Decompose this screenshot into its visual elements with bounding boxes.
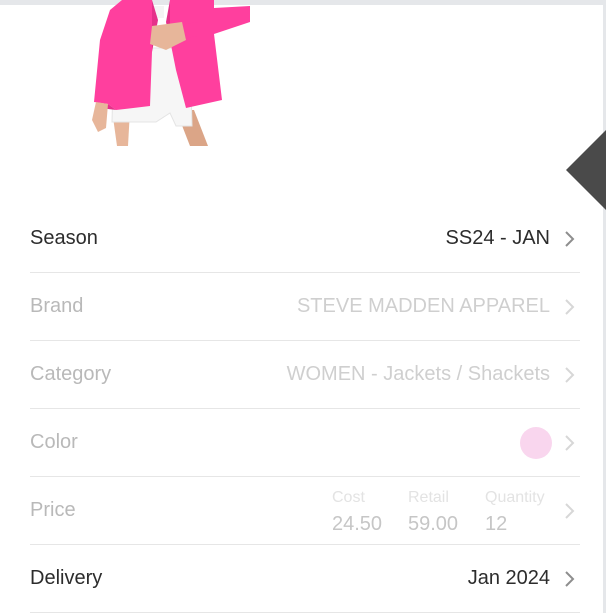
chevron-right-icon xyxy=(565,571,575,587)
quantity-header: Quantity xyxy=(485,489,545,506)
color-row[interactable]: Color xyxy=(30,409,580,477)
brand-value: STEVE MADDEN APPAREL xyxy=(296,295,550,317)
quantity-column: Quantity 12 xyxy=(485,487,555,539)
color-label: Color xyxy=(30,431,78,453)
retail-column: Retail 59.00 xyxy=(408,487,478,539)
price-label: Price xyxy=(30,499,76,521)
category-label: Category xyxy=(30,363,112,385)
price-row[interactable]: Price Cost 24.50 Retail 59.00 Quantity 1… xyxy=(30,477,580,545)
chevron-right-icon xyxy=(565,367,575,383)
quantity-value: 12 xyxy=(485,513,508,535)
color-swatch xyxy=(520,427,552,459)
category-row[interactable]: Category WOMEN - Jackets / Shackets xyxy=(30,341,580,409)
category-value: WOMEN - Jackets / Shackets xyxy=(286,363,550,385)
next-arrow-icon[interactable] xyxy=(566,130,606,210)
chevron-right-icon xyxy=(565,503,575,519)
brand-row[interactable]: Brand STEVE MADDEN APPAREL xyxy=(30,273,580,341)
season-row[interactable]: Season SS24 - JAN xyxy=(30,205,580,273)
retail-value: 59.00 xyxy=(408,513,459,535)
chevron-right-icon xyxy=(565,299,575,315)
brand-label: Brand xyxy=(30,295,84,317)
delivery-row[interactable]: Delivery Jan 2024 xyxy=(30,545,580,613)
cost-column: Cost 24.50 xyxy=(332,487,402,539)
cost-header: Cost xyxy=(332,489,365,506)
chevron-right-icon xyxy=(565,231,575,247)
product-image xyxy=(92,0,250,146)
chevron-right-icon xyxy=(565,435,575,451)
season-value: SS24 - JAN xyxy=(445,227,550,249)
delivery-value: Jan 2024 xyxy=(467,567,550,589)
retail-header: Retail xyxy=(408,489,449,506)
delivery-label: Delivery xyxy=(30,567,103,589)
season-label: Season xyxy=(30,227,98,249)
cost-value: 24.50 xyxy=(332,513,383,535)
